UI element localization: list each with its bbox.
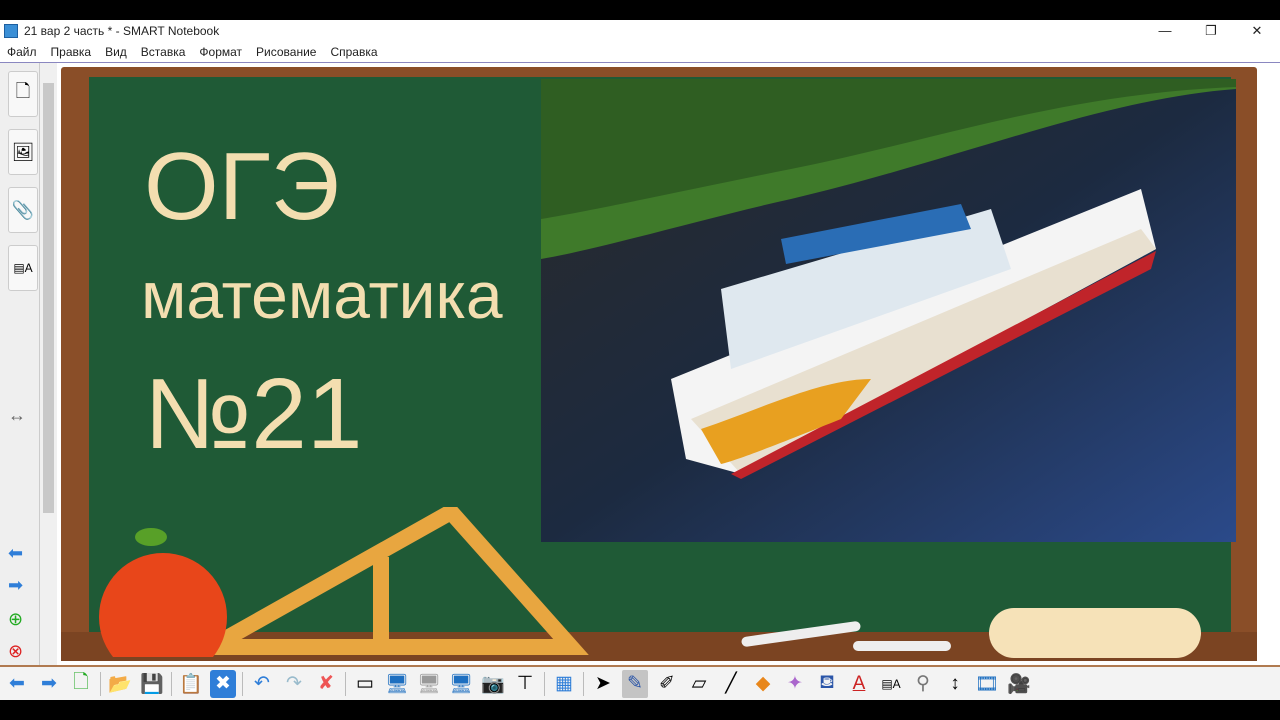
image-icon: 🖼 bbox=[11, 141, 35, 162]
select-cursor-icon[interactable]: ➤ bbox=[590, 670, 616, 698]
back-arrow-icon[interactable]: ⬅ bbox=[4, 670, 30, 698]
minimize-button[interactable]: — bbox=[1142, 20, 1188, 42]
recorder-icon[interactable]: 🎥 bbox=[1006, 670, 1032, 698]
previous-page-icon[interactable]: ⬅ bbox=[8, 543, 23, 564]
chalkboard-frame: ОГЭ математика №21 bbox=[61, 67, 1257, 661]
board-eraser bbox=[989, 608, 1201, 658]
shapes-icon[interactable]: ◆ bbox=[750, 670, 776, 698]
slide-heading[interactable]: ОГЭ bbox=[144, 132, 340, 242]
pen-icon[interactable]: ✎ bbox=[622, 669, 648, 698]
window-title: 21 вар 2 часть * - SMART Notebook bbox=[24, 24, 220, 38]
magic-pen-icon[interactable]: ✦ bbox=[782, 670, 808, 698]
close-button[interactable]: ✕ bbox=[1234, 20, 1280, 42]
page-sorter-tab[interactable]: 🗋 bbox=[8, 71, 38, 117]
title-bar: 21 вар 2 часть * - SMART Notebook — ❐ ✕ bbox=[0, 20, 1280, 42]
delete-icon[interactable]: ✖ bbox=[210, 669, 236, 698]
add-page-icon[interactable]: 🗋 bbox=[68, 670, 94, 698]
app-icon bbox=[4, 24, 18, 38]
full-screen-icon[interactable]: 🖥 bbox=[384, 670, 410, 698]
delete-page-icon[interactable]: ⊗ bbox=[8, 641, 23, 662]
menu-draw[interactable]: Рисование bbox=[249, 45, 323, 59]
properties-icon[interactable]: ▤A bbox=[878, 670, 904, 698]
text-icon[interactable]: A bbox=[846, 670, 872, 698]
slide-subject[interactable]: математика bbox=[141, 257, 503, 333]
document-camera-icon[interactable]: ⊤ bbox=[512, 670, 538, 698]
scrollbar-thumb[interactable] bbox=[43, 83, 54, 513]
river-ship-photo[interactable] bbox=[541, 79, 1236, 542]
line-icon[interactable]: ╱ bbox=[718, 670, 744, 698]
menu-help[interactable]: Справка bbox=[323, 45, 384, 59]
menu-file[interactable]: Файл bbox=[0, 45, 44, 59]
menu-insert[interactable]: Вставка bbox=[134, 45, 193, 59]
measurement-tools-icon[interactable]: ⚲ bbox=[910, 670, 936, 698]
redo-icon[interactable]: ↷ bbox=[281, 670, 307, 698]
menu-edit[interactable]: Правка bbox=[44, 45, 99, 59]
eraser-icon[interactable]: ▱ bbox=[686, 670, 712, 698]
paperclip-icon: 📎 bbox=[11, 199, 35, 220]
slide-canvas[interactable]: ОГЭ математика №21 bbox=[57, 63, 1280, 665]
undo-icon[interactable]: ↶ bbox=[249, 670, 275, 698]
creative-pen-icon[interactable]: ✐ bbox=[654, 670, 680, 698]
gallery-tab[interactable]: 🖼 bbox=[8, 129, 38, 175]
paste-icon[interactable]: 📋 bbox=[178, 670, 204, 698]
resize-arrows-icon[interactable]: ↔ bbox=[8, 405, 26, 426]
menu-format[interactable]: Формат bbox=[192, 45, 249, 59]
slide-task-number[interactable]: №21 bbox=[144, 357, 363, 472]
attachments-tab[interactable]: 📎 bbox=[8, 187, 38, 233]
screen-shade-icon[interactable]: ▭ bbox=[352, 670, 378, 698]
restore-button[interactable]: ❐ bbox=[1188, 20, 1234, 42]
menu-bar: Файл Правка Вид Вставка Формат Рисование… bbox=[0, 42, 1280, 63]
side-tabs: 🗋 🖼 📎 ▤A ↔ ⬅ ➡ ⊕ ⊗ bbox=[0, 63, 40, 665]
screen-capture-icon[interactable]: 📷 bbox=[480, 670, 506, 698]
video-icon[interactable]: 🎞 bbox=[974, 670, 1000, 698]
save-icon[interactable]: 💾 bbox=[139, 670, 165, 698]
fill-icon[interactable]: ⛾ bbox=[814, 670, 840, 698]
dual-page-icon[interactable]: 🖥 bbox=[448, 670, 474, 698]
properties-tab[interactable]: ▤A bbox=[8, 245, 38, 291]
add-page-icon[interactable]: ⊕ bbox=[8, 609, 23, 630]
table-icon[interactable]: ▦ bbox=[551, 670, 577, 698]
chalk-piece bbox=[853, 641, 951, 651]
transparent-background-icon[interactable]: 🖥 bbox=[416, 670, 442, 698]
menu-view[interactable]: Вид bbox=[98, 45, 134, 59]
next-page-icon[interactable]: ➡ bbox=[8, 575, 23, 596]
main-toolbar: ⬅ ➡ 🗋 📂 💾 📋 ✖ ↶ ↷ ✘ ▭ 🖥 🖥 🖥 📷 ⊤ ▦ ➤ ✎ ✐ … bbox=[0, 665, 1280, 700]
page-icon: 🗋 bbox=[15, 81, 31, 101]
move-toolbar-icon[interactable]: ↕ bbox=[942, 670, 968, 698]
forward-arrow-icon[interactable]: ➡ bbox=[36, 670, 62, 698]
vertical-scrollbar[interactable] bbox=[40, 63, 57, 665]
clear-icon[interactable]: ✘ bbox=[313, 670, 339, 698]
open-folder-icon[interactable]: 📂 bbox=[107, 670, 133, 698]
apple-and-triangle-ruler bbox=[99, 507, 589, 657]
properties-icon: ▤A bbox=[13, 261, 33, 275]
